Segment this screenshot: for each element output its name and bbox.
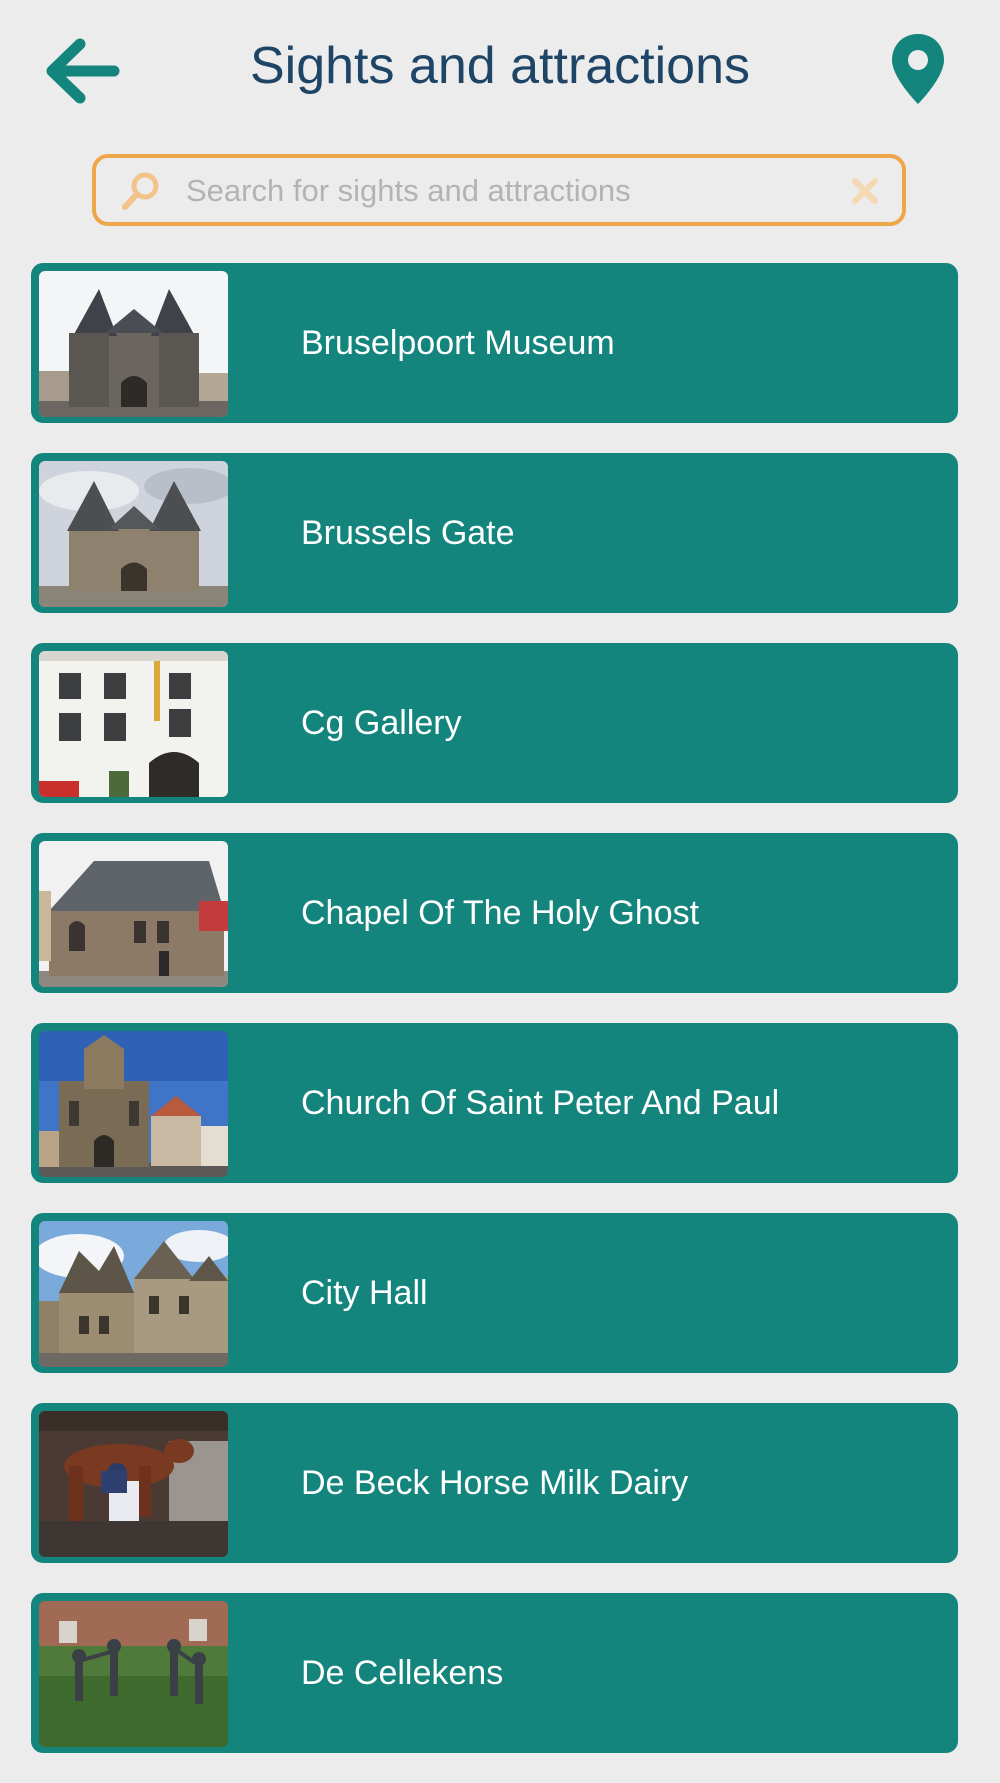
list-item-label: De Cellekens [301,1654,504,1692]
page-title: Sights and attractions [249,37,751,95]
list-item-label: Bruselpoort Museum [301,324,615,362]
map-pin-icon [892,34,944,104]
list-item[interactable]: De Beck Horse Milk Dairy [31,1403,958,1563]
attraction-thumbnail [39,841,228,987]
list-item[interactable]: Church Of Saint Peter And Paul [31,1023,958,1183]
list-item[interactable]: Bruselpoort Museum [31,263,958,423]
list-item-label: Church Of Saint Peter And Paul [301,1084,780,1122]
list-item[interactable]: De Cellekens [31,1593,958,1753]
close-icon [852,178,878,204]
magnifier-icon [120,170,162,212]
attraction-thumbnail [39,1411,228,1557]
list-item[interactable]: City Hall [31,1213,958,1373]
list-item-label: Chapel Of The Holy Ghost [301,894,700,932]
attraction-thumbnail [39,1221,228,1367]
arrow-left-icon [46,38,120,104]
attraction-thumbnail [39,1031,228,1177]
list-item-label: City Hall [301,1274,428,1312]
search-input[interactable] [184,164,828,218]
app-header: Sights and attractions [0,0,1000,140]
back-button[interactable] [42,36,122,106]
list-item[interactable]: Brussels Gate [31,453,958,613]
attraction-thumbnail [39,1601,228,1747]
attraction-thumbnail [39,271,228,417]
list-item-label: Cg Gallery [301,704,462,742]
list-item[interactable]: Cg Gallery [31,643,958,803]
clear-search-button[interactable] [848,174,882,208]
list-item-label: Brussels Gate [301,514,515,552]
attraction-thumbnail [39,461,228,607]
map-button[interactable] [888,32,948,108]
search-bar [92,154,906,226]
attractions-list: Bruselpoort Museum Brussels Gate Cg Gall… [31,263,958,1783]
list-item-label: De Beck Horse Milk Dairy [301,1464,689,1502]
attraction-thumbnail [39,651,228,797]
list-item[interactable]: Chapel Of The Holy Ghost [31,833,958,993]
